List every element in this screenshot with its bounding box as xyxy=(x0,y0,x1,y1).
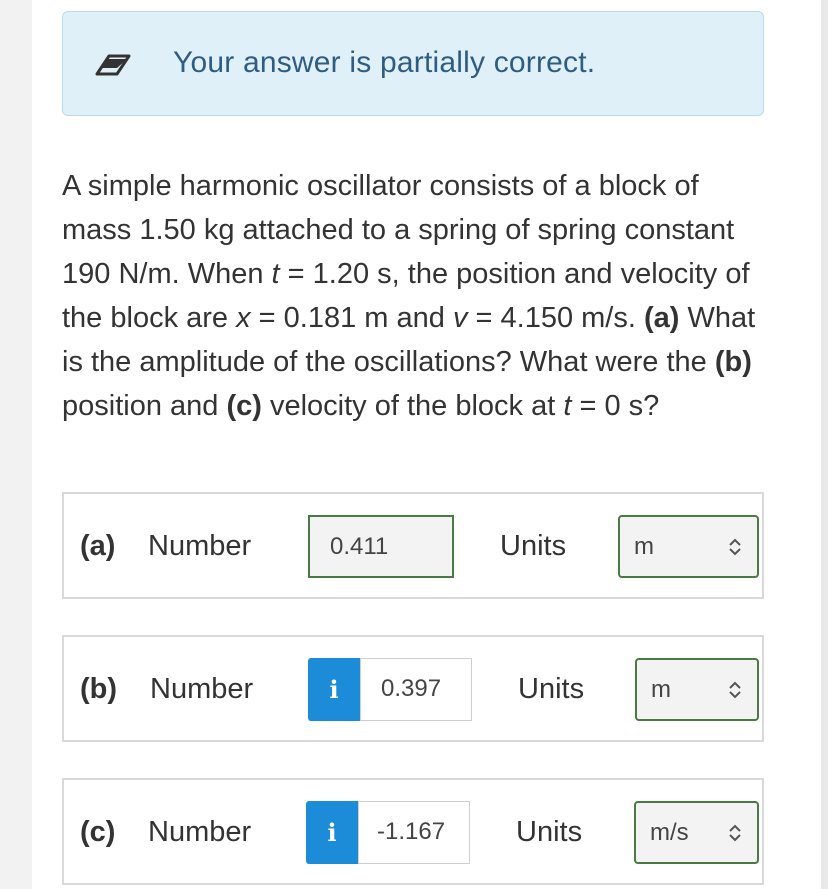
partial-correct-banner: Your answer is partially correct. xyxy=(62,11,764,116)
units-select-value: m/s xyxy=(650,819,689,846)
answer-row-c: (c) Number i -1.167 Units m/s xyxy=(62,778,764,885)
number-label: Number xyxy=(148,816,252,848)
part-label: (a) xyxy=(80,530,116,562)
eraser-icon xyxy=(95,54,131,76)
answer-input-b[interactable]: 0.397 xyxy=(360,658,472,721)
number-label: Number xyxy=(148,530,252,562)
page-background xyxy=(32,0,821,889)
answer-input-a[interactable]: 0.411 xyxy=(308,515,454,578)
part-label: (c) xyxy=(80,816,116,848)
chevron-up-down-icon xyxy=(729,824,741,842)
banner-message: Your answer is partially correct. xyxy=(173,46,596,79)
scrollbar-track[interactable] xyxy=(821,0,828,889)
chevron-up-down-icon xyxy=(729,681,741,699)
units-select-a[interactable]: m xyxy=(618,515,759,578)
info-icon[interactable]: i xyxy=(306,801,358,864)
answer-row-a: (a) Number 0.411 Units m xyxy=(62,492,764,599)
info-icon[interactable]: i xyxy=(308,658,360,721)
question-text: A simple harmonic oscillator consists of… xyxy=(62,170,756,422)
units-label: Units xyxy=(500,530,567,562)
units-select-value: m xyxy=(651,676,671,703)
answer-row-b: (b) Number i 0.397 Units m xyxy=(62,635,764,742)
answer-input-c[interactable]: -1.167 xyxy=(358,801,470,864)
units-select-value: m xyxy=(634,533,654,560)
units-select-c[interactable]: m/s xyxy=(634,801,759,864)
units-label: Units xyxy=(518,673,585,705)
units-label: Units xyxy=(516,816,583,848)
part-label: (b) xyxy=(80,673,118,705)
number-label: Number xyxy=(150,673,254,705)
units-select-b[interactable]: m xyxy=(635,658,759,721)
chevron-up-down-icon xyxy=(729,538,741,556)
